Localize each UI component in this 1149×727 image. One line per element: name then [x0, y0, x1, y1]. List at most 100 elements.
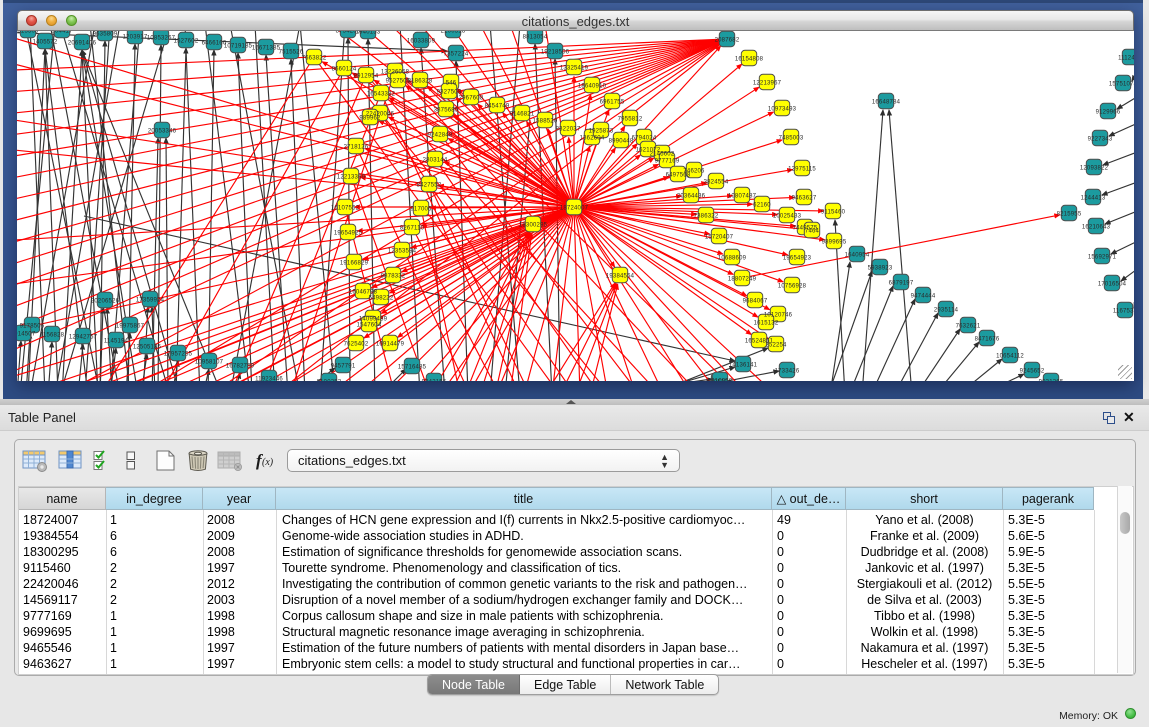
- svg-text:12213369: 12213369: [337, 174, 366, 180]
- svg-text:14136141: 14136141: [729, 362, 758, 368]
- svg-text:13325419: 13325419: [560, 65, 589, 71]
- svg-text:1244413: 1244413: [1081, 195, 1106, 201]
- svg-text:9227343: 9227343: [1088, 136, 1113, 142]
- svg-text:9031265: 9031265: [1039, 379, 1064, 381]
- svg-text:19975867: 19975867: [116, 323, 145, 329]
- svg-text:13226058: 13226058: [381, 69, 410, 75]
- svg-text:16543382: 16543382: [367, 91, 396, 97]
- svg-text:18724007: 18724007: [560, 205, 589, 211]
- svg-text:12505135: 12505135: [133, 344, 162, 350]
- svg-text:8990448: 8990448: [609, 138, 634, 144]
- svg-text:10958107: 10958107: [195, 359, 224, 365]
- svg-text:16210643: 16210643: [1082, 224, 1111, 230]
- svg-text:7632621: 7632621: [956, 323, 981, 329]
- svg-text:18300295: 18300295: [519, 222, 548, 228]
- svg-text:7485003: 7485003: [779, 135, 804, 141]
- svg-text:9146821: 9146821: [510, 111, 535, 117]
- svg-text:20364436: 20364436: [677, 193, 706, 199]
- svg-text:252254: 252254: [765, 342, 787, 348]
- svg-text:12975115: 12975115: [788, 166, 816, 172]
- svg-text:1203917: 1203917: [123, 34, 148, 40]
- svg-text:16914479: 16914479: [376, 341, 405, 347]
- svg-text:917006: 917006: [410, 206, 432, 212]
- svg-text:1640954: 1640954: [845, 252, 870, 258]
- svg-text:9242848: 9242848: [428, 132, 453, 138]
- svg-text:8186328: 8186328: [408, 78, 433, 84]
- svg-text:15751074: 15751074: [1109, 81, 1134, 87]
- svg-text:1112480: 1112480: [1118, 55, 1134, 61]
- svg-text:9474444: 9474444: [911, 293, 936, 299]
- svg-text:5938923: 5938923: [868, 265, 893, 271]
- svg-text:8660124: 8660124: [332, 66, 357, 72]
- svg-text:18640910: 18640910: [578, 83, 607, 89]
- svg-text:8215955: 8215955: [1057, 211, 1082, 217]
- svg-text:8322037: 8322037: [556, 126, 581, 132]
- svg-text:7515526: 7515526: [279, 49, 304, 55]
- svg-text:6879197: 6879197: [889, 280, 914, 286]
- svg-text:18807249: 18807249: [728, 276, 757, 282]
- svg-text:6310952: 6310952: [708, 378, 733, 381]
- svg-text:8912954: 8912954: [354, 73, 379, 79]
- svg-text:3824554: 3824554: [704, 179, 729, 185]
- svg-text:17359924: 17359924: [136, 297, 165, 303]
- svg-text:12942757: 12942757: [69, 334, 98, 340]
- svg-text:9899695: 9899695: [822, 239, 847, 245]
- svg-text:10807487: 10807487: [728, 193, 757, 199]
- svg-text:6794024: 6794024: [632, 135, 657, 141]
- svg-text:19166829: 19166829: [340, 260, 369, 266]
- svg-text:2145602: 2145602: [650, 151, 675, 157]
- svg-text:16033809: 16033809: [407, 38, 436, 44]
- svg-text:1156828: 1156828: [40, 332, 65, 338]
- svg-text:7955812: 7955812: [618, 116, 643, 122]
- svg-text:10025433: 10025433: [773, 213, 802, 219]
- svg-text:10973493: 10973493: [768, 106, 797, 112]
- svg-text:904417: 904417: [51, 31, 73, 34]
- svg-text:2087682: 2087682: [715, 37, 740, 43]
- svg-text:5498222: 5498222: [369, 295, 394, 301]
- svg-text:1588520: 1588520: [533, 118, 558, 124]
- svg-text:10853267: 10853267: [147, 35, 176, 41]
- svg-text:8427552: 8427552: [417, 182, 442, 188]
- svg-text:8471676: 8471676: [975, 336, 1000, 342]
- svg-text:62160: 62160: [753, 202, 771, 208]
- svg-text:16782759: 16782759: [226, 363, 255, 369]
- svg-text:15720407: 15720407: [705, 234, 734, 240]
- svg-text:6497568: 6497568: [666, 172, 691, 178]
- svg-text:1145194: 1145194: [104, 338, 129, 344]
- svg-text:7625402: 7625402: [344, 341, 369, 347]
- svg-text:8878332: 8878332: [381, 273, 406, 279]
- svg-text:2100518: 2100518: [441, 31, 466, 34]
- svg-text:989962: 989962: [359, 115, 381, 121]
- svg-text:6961755: 6961755: [600, 99, 625, 105]
- svg-text:11923446: 11923446: [255, 376, 283, 381]
- svg-text:7464: 7464: [805, 228, 820, 234]
- svg-text:1362604: 1362604: [580, 135, 605, 141]
- svg-text:19654923: 19654923: [783, 255, 812, 261]
- svg-text:10654112: 10654112: [996, 353, 1024, 359]
- svg-text:1615132: 1615132: [754, 320, 779, 326]
- svg-text:2803144: 2803144: [423, 157, 448, 163]
- svg-text:20206526: 20206526: [91, 298, 120, 304]
- svg-text:8454749: 8454749: [485, 103, 510, 109]
- svg-text:9242155: 9242155: [422, 379, 447, 381]
- svg-text:20053346: 20053346: [148, 128, 177, 134]
- svg-text:9129966: 9129966: [1096, 109, 1121, 115]
- svg-text:7663822: 7663822: [302, 55, 327, 61]
- svg-text:17016504: 17016504: [1098, 281, 1127, 287]
- svg-text:1547604: 1547604: [357, 322, 382, 328]
- svg-text:1167533: 1167533: [1113, 308, 1134, 314]
- svg-text:19654925: 19654925: [334, 230, 363, 236]
- svg-text:1940153: 1940153: [356, 31, 381, 35]
- svg-text:7386322: 7386322: [694, 213, 719, 219]
- svg-text:12093822: 12093822: [1080, 165, 1109, 171]
- svg-text:9245652: 9245652: [1020, 368, 1045, 374]
- svg-text:3875685: 3875685: [434, 107, 459, 113]
- svg-text:9684067: 9684067: [743, 298, 768, 304]
- svg-text:546: 546: [446, 80, 457, 86]
- svg-text:9457791: 9457791: [331, 363, 356, 369]
- svg-text:9463627: 9463627: [792, 195, 817, 201]
- svg-text:815306: 815306: [17, 31, 39, 34]
- svg-text:8813054: 8813054: [523, 34, 548, 40]
- svg-text:9635809: 9635809: [93, 31, 118, 37]
- svg-text:9115460: 9115460: [821, 209, 846, 215]
